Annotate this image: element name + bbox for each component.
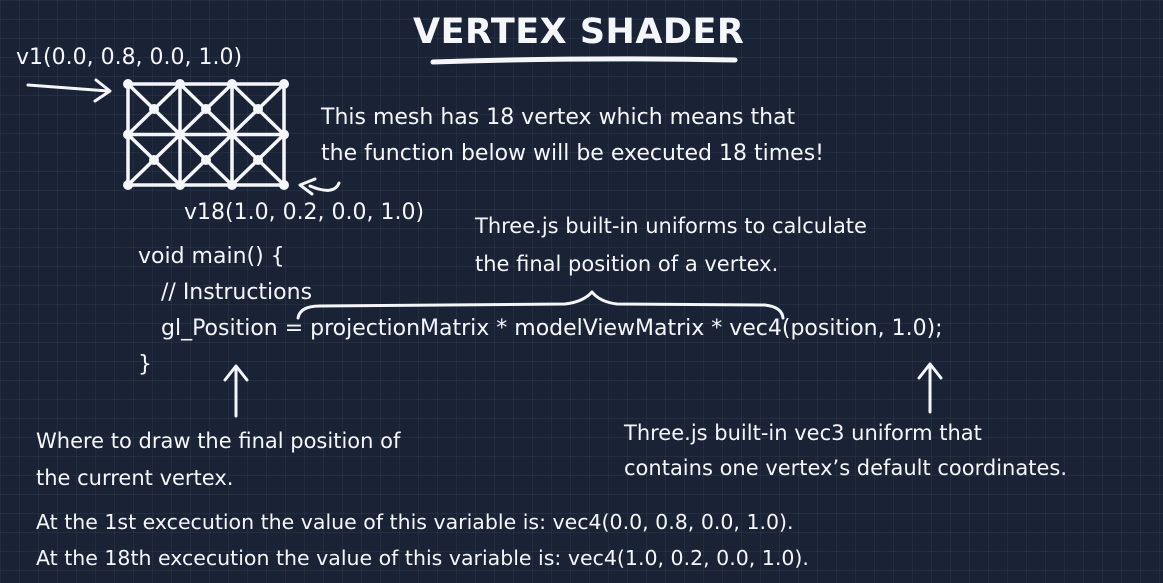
- code-line-close: }: [138, 352, 152, 377]
- position-note-line2: contains one vertex’s default coordinate…: [624, 456, 1067, 480]
- code-line-gl-position: gl_Position = projectionMatrix * modelVi…: [161, 316, 943, 341]
- uniforms-note-line1: Three.js built-in uniforms to calculate: [475, 214, 867, 238]
- v1-label: v1(0.0, 0.8, 0.0, 1.0): [16, 45, 243, 70]
- execution-note-first: At the 1st excecution the value of this …: [36, 510, 794, 534]
- mesh-icon: [126, 82, 286, 187]
- gl-position-note-line2: the current vertex.: [36, 466, 234, 490]
- uniforms-note-line2: the final position of a vertex.: [475, 252, 779, 276]
- position-note-line1: Three.js built-in vec3 uniform that: [624, 421, 982, 445]
- code-line-comment: // Instructions: [161, 280, 313, 305]
- gl-position-note-line1: Where to draw the final position of: [36, 429, 401, 453]
- v1-arrow: [26, 83, 110, 93]
- uniforms-brace: [296, 290, 785, 320]
- title-underline: [430, 56, 738, 65]
- code-line-main: void main() {: [138, 244, 285, 269]
- v18-label: v18(1.0, 0.2, 0.0, 1.0): [184, 200, 425, 225]
- v18-arrow: [308, 181, 341, 192]
- mesh-note-line2: the function below will be executed 18 t…: [321, 141, 824, 166]
- execution-note-last: At the 18th excecution the value of this…: [36, 546, 809, 570]
- mesh-note-line1: This mesh has 18 vertex which means that: [321, 105, 796, 130]
